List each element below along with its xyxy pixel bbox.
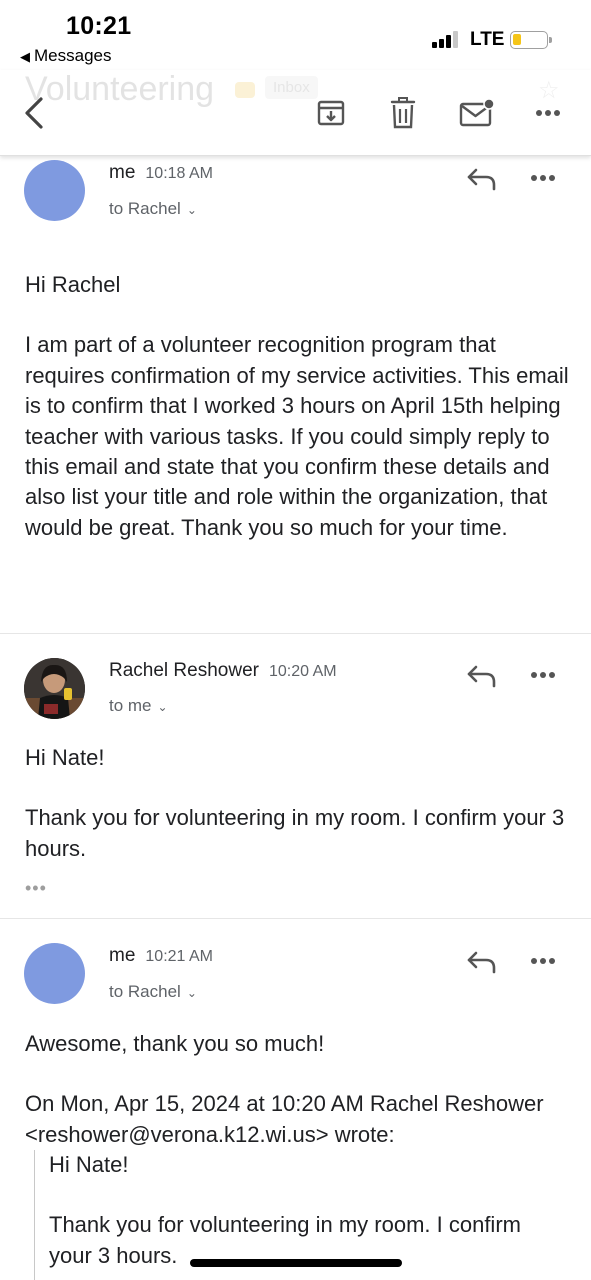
avatar[interactable]	[24, 160, 85, 221]
reply-button[interactable]	[466, 166, 498, 192]
message-body: Hi Rachel I am part of a volunteer recog…	[25, 270, 570, 543]
reply-icon	[467, 665, 496, 688]
message-time: 10:21 AM	[145, 948, 214, 965]
show-quoted-text-button[interactable]: •••	[25, 878, 47, 899]
recipient-label: to Rachel	[109, 199, 181, 218]
reply-icon	[467, 168, 496, 191]
status-time: 10:21	[66, 12, 132, 40]
reply-button[interactable]	[466, 949, 498, 975]
message-more-button[interactable]	[530, 169, 566, 189]
sender-name: Rachel Reshower	[109, 660, 259, 681]
message-divider	[0, 918, 591, 919]
message-divider	[0, 633, 591, 634]
home-indicator[interactable]	[190, 1259, 402, 1267]
message-body: Awesome, thank you so much! On Mon, Apr …	[25, 1029, 570, 1150]
sender-name: me	[109, 945, 136, 966]
chevron-down-icon: ⌄	[186, 986, 197, 1000]
sender-line: Rachel Reshower 10:20 AM	[109, 660, 337, 682]
recipient-toggle[interactable]: to Rachel ⌄	[109, 199, 197, 219]
signal-strength-icon	[432, 30, 462, 48]
message-more-button[interactable]	[530, 952, 566, 972]
inbox-label: Inbox	[265, 76, 318, 99]
message-more-button[interactable]	[530, 666, 566, 686]
chevron-down-icon: ⌄	[157, 700, 168, 714]
reply-button[interactable]	[466, 663, 498, 689]
message-body: Hi Nate! Thank you for volunteering in m…	[25, 743, 570, 864]
mark-unread-button[interactable]	[458, 96, 496, 130]
recipient-toggle[interactable]: to Rachel ⌄	[109, 982, 197, 1002]
recipient-label: to me	[109, 696, 152, 715]
battery-icon	[510, 31, 552, 49]
profile-photo-icon	[24, 658, 85, 719]
importance-marker-icon	[235, 82, 255, 98]
more-icon	[531, 958, 555, 964]
thread-subject: Volunteering	[25, 70, 215, 108]
network-type: LTE	[470, 29, 505, 50]
email-toolbar: Volunteering Inbox ☆	[0, 70, 591, 156]
body-paragraph: Thank you for volunteering in my room. I…	[25, 805, 565, 861]
delete-button[interactable]	[387, 96, 419, 130]
body-paragraph: I am part of a volunteer recognition pro…	[25, 332, 569, 540]
recipient-toggle[interactable]: to me ⌄	[109, 696, 168, 716]
more-icon	[531, 175, 555, 181]
back-app-label: Messages	[34, 46, 112, 65]
message-time: 10:20 AM	[268, 663, 337, 680]
body-paragraph: Hi Rachel	[25, 272, 121, 297]
mark-unread-icon	[459, 98, 495, 127]
message-time: 10:18 AM	[145, 165, 214, 182]
status-bar: 10:21 ◀ Messages LTE	[0, 0, 591, 70]
chevron-down-icon: ⌄	[186, 203, 197, 217]
quoted-paragraph: Hi Nate!	[49, 1152, 129, 1177]
back-triangle-icon: ◀	[20, 49, 30, 64]
body-paragraph: Hi Nate!	[25, 745, 105, 770]
more-icon	[531, 672, 555, 678]
more-icon	[536, 110, 560, 116]
archive-button[interactable]	[314, 96, 348, 130]
avatar[interactable]	[24, 943, 85, 1004]
trash-icon	[390, 97, 416, 129]
avatar[interactable]	[24, 658, 85, 719]
recipient-label: to Rachel	[109, 982, 181, 1001]
back-button[interactable]	[18, 96, 50, 130]
quote-attribution: On Mon, Apr 15, 2024 at 10:20 AM Rachel …	[25, 1091, 544, 1147]
back-to-messages-link[interactable]: ◀ Messages	[20, 46, 111, 66]
archive-icon	[317, 100, 345, 126]
back-icon	[25, 97, 43, 129]
body-paragraph: Awesome, thank you so much!	[25, 1031, 325, 1056]
reply-icon	[467, 951, 496, 974]
sender-name: me	[109, 162, 136, 183]
more-options-button[interactable]	[530, 96, 566, 130]
sender-line: me 10:21 AM	[109, 945, 213, 967]
sender-line: me 10:18 AM	[109, 162, 213, 184]
